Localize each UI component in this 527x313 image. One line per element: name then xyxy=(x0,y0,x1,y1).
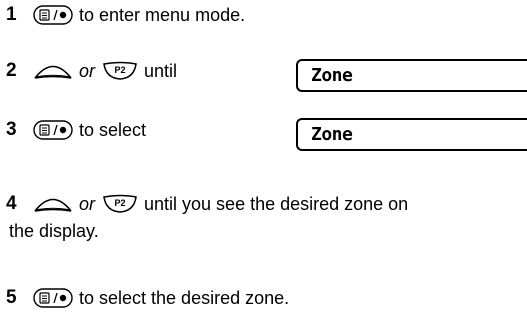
scroll-up-button-icon xyxy=(33,61,73,81)
step-text-continued: the display. xyxy=(9,221,99,241)
display-text: Zone xyxy=(311,124,353,145)
step-number: 4 xyxy=(6,193,17,214)
scroll-up-button-icon xyxy=(33,194,73,214)
display-readout: Zone xyxy=(296,59,527,92)
or-text: or xyxy=(79,193,96,214)
step-text: to select the desired zone. xyxy=(79,287,290,308)
menu-select-button-icon xyxy=(33,120,73,140)
or-text: or xyxy=(79,60,96,81)
menu-select-button-icon xyxy=(33,5,73,25)
p2-button-icon: P2 xyxy=(102,61,138,81)
p2-label: P2 xyxy=(115,198,126,208)
step-number: 2 xyxy=(6,60,17,81)
p2-button-icon: P2 xyxy=(102,194,138,214)
step-number: 3 xyxy=(6,119,17,140)
p2-label: P2 xyxy=(115,65,126,75)
step-number: 5 xyxy=(6,287,17,308)
step-number: 1 xyxy=(6,4,17,25)
display-text: Zone xyxy=(311,65,353,86)
step-text: until you see the desired zone on xyxy=(144,193,409,214)
step-text: until xyxy=(144,60,178,81)
step-text: to select xyxy=(79,119,147,140)
display-readout: Zone xyxy=(296,118,527,151)
step-text: to enter menu mode. xyxy=(79,4,246,25)
menu-select-button-icon xyxy=(33,288,73,308)
